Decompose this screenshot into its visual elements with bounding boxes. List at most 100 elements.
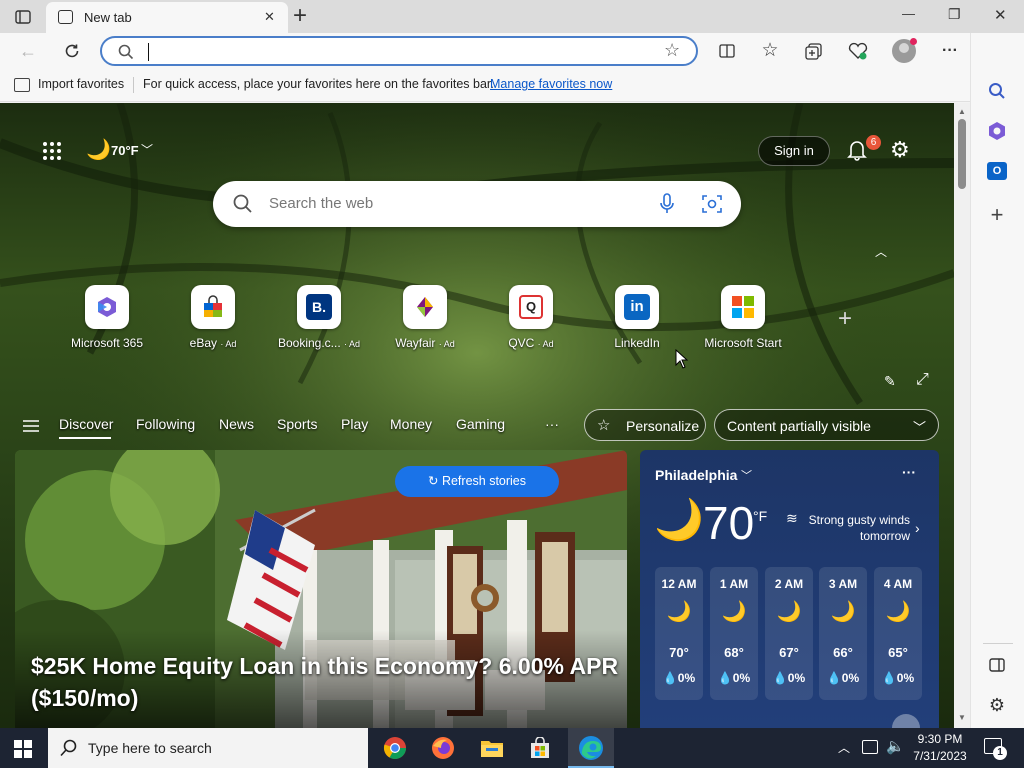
forecast-moon-icon: 🌙	[885, 601, 911, 623]
collapse-chevron-up-icon[interactable]: ︿	[875, 243, 887, 260]
hero-story-headline[interactable]: $25K Home Equity Loan in this Economy? 6…	[31, 650, 621, 714]
quick-link-ebay[interactable]	[191, 285, 235, 329]
personalize-sparkle-icon: ☆	[597, 417, 611, 434]
weather-more-chevron[interactable]	[892, 714, 920, 728]
visual-search-camera-icon[interactable]	[702, 194, 722, 214]
hourly-forecast-item[interactable]: 3 AM 🌙 66° 💧0%	[819, 567, 867, 700]
sidebar-add-icon[interactable]: +	[985, 202, 1009, 227]
sidebar-office-icon[interactable]	[985, 119, 1009, 143]
sidebar-settings-gear-icon[interactable]: ⚙	[985, 693, 1009, 717]
split-screen-icon[interactable]	[716, 40, 738, 62]
expand-fullscreen-icon[interactable]: ⤢	[916, 371, 929, 389]
restore-button[interactable]: ❐	[948, 6, 961, 23]
chrome-icon[interactable]	[379, 732, 411, 764]
voice-search-microphone-icon[interactable]	[659, 193, 679, 215]
search-icon	[117, 43, 135, 61]
new-tab-page: 🌙 70°F ﹀ Sign in 6 ⚙ Search the web ︿ Mi…	[0, 103, 954, 728]
collections-icon[interactable]	[802, 40, 824, 62]
weather-moon-icon[interactable]: 🌙	[86, 137, 111, 162]
feed-menu-hamburger-icon[interactable]	[23, 419, 39, 432]
temperature-unit[interactable]: °F	[753, 508, 767, 524]
sidebar-outlook-icon[interactable]: O	[985, 159, 1009, 183]
tab-play[interactable]: Play	[341, 416, 368, 432]
taskbar-search-box[interactable]: Type here to search	[48, 728, 368, 768]
quick-link-microsoft-start[interactable]	[721, 285, 765, 329]
weather-alert-text[interactable]: Strong gusty winds tomorrow	[798, 512, 910, 544]
quick-link-microsoft-365[interactable]	[85, 285, 129, 329]
tab-new-tab[interactable]: New tab ✕	[46, 2, 288, 33]
header-weather-temp[interactable]: 70°F	[111, 143, 139, 158]
refresh-stories-button[interactable]: ↻ Refresh stories	[395, 466, 559, 497]
hourly-forecast-item[interactable]: 2 AM 🌙 67° 💧0%	[765, 567, 813, 700]
manage-favorites-link[interactable]: Manage favorites now	[490, 77, 612, 91]
browser-essentials-icon[interactable]	[846, 39, 870, 63]
tab-sports[interactable]: Sports	[277, 416, 317, 432]
quick-link-qvc[interactable]: Q	[509, 285, 553, 329]
import-favorites-button[interactable]: Import favorites	[38, 77, 124, 91]
volume-icon[interactable]: 🔈	[886, 737, 905, 755]
tab-money[interactable]: Money	[390, 416, 432, 432]
scroll-down-arrow-icon[interactable]: ▼	[958, 713, 966, 722]
edit-background-icon[interactable]: ✎	[884, 373, 896, 390]
weather-alert-chevron-right-icon[interactable]: ›	[915, 520, 920, 536]
content-visibility-dropdown[interactable]: Content partially visible ﹀	[714, 409, 939, 441]
taskbar-search-input[interactable]: Type here to search	[88, 740, 212, 756]
refresh-icon[interactable]	[60, 39, 84, 63]
favorite-star-icon[interactable]: ☆	[664, 40, 680, 61]
mouse-cursor-icon	[675, 349, 689, 369]
tab-actions-icon[interactable]	[12, 7, 34, 27]
apps-launcher-icon[interactable]	[42, 141, 62, 161]
tab-following[interactable]: Following	[136, 416, 195, 432]
back-arrow-icon[interactable]: ←	[16, 40, 40, 62]
microsoft-store-icon[interactable]	[524, 732, 556, 764]
qvc-logo-icon: Q	[519, 295, 543, 319]
sidebar-panel-toggle-icon[interactable]	[985, 653, 1009, 677]
window-close-button[interactable]: ✕	[994, 6, 1007, 24]
forecast-moon-icon: 🌙	[721, 601, 747, 623]
taskbar-time[interactable]: 9:30 PM	[917, 732, 963, 746]
quick-link-wayfair[interactable]	[403, 285, 447, 329]
favorites-icon[interactable]: ☆	[758, 38, 782, 62]
sidebar-search-icon[interactable]	[985, 79, 1009, 103]
scroll-up-arrow-icon[interactable]: ▲	[958, 107, 966, 116]
feed-more-button[interactable]: ···	[545, 416, 559, 432]
taskbar-date[interactable]: 7/31/2023	[910, 749, 970, 763]
profile-avatar[interactable]	[892, 38, 917, 63]
web-search-input[interactable]: Search the web	[269, 195, 373, 212]
edge-sidebar: O + ⚙	[970, 33, 1024, 728]
sign-in-button[interactable]: Sign in	[758, 136, 830, 166]
hero-story-card[interactable]: ↻ Refresh stories $25K Home Equity Loan …	[15, 450, 627, 728]
hourly-forecast-item[interactable]: 4 AM 🌙 65° 💧0%	[874, 567, 922, 700]
quick-link-booking[interactable]: B.	[297, 285, 341, 329]
address-bar[interactable]: ☆	[100, 36, 698, 66]
add-quick-link-icon[interactable]: +	[838, 307, 852, 331]
hourly-forecast-item[interactable]: 1 AM 🌙 68° 💧0%	[710, 567, 758, 700]
settings-more-icon[interactable]: ···	[938, 39, 962, 63]
new-tab-button[interactable]: +	[293, 2, 307, 30]
weather-city[interactable]: Philadelphia	[655, 467, 737, 483]
minimize-button[interactable]: —	[902, 6, 915, 21]
city-chevron-down-icon[interactable]: ﹀	[741, 467, 752, 483]
tab-gaming[interactable]: Gaming	[456, 416, 505, 432]
forecast-temp: 70°	[669, 645, 689, 660]
tab-close-button[interactable]: ✕	[264, 9, 275, 25]
tab-news[interactable]: News	[219, 416, 254, 432]
page-scrollbar[interactable]: ▲ ▼	[954, 103, 970, 728]
quick-link-linkedin[interactable]: in	[615, 285, 659, 329]
network-icon[interactable]	[862, 740, 878, 754]
chevron-down-icon: ﹀	[913, 420, 927, 435]
web-search-box[interactable]: Search the web	[213, 181, 741, 227]
start-windows-icon[interactable]	[14, 740, 32, 758]
weather-chevron-down-icon[interactable]: ﹀	[141, 141, 153, 158]
scrollbar-thumb[interactable]	[958, 119, 966, 189]
tab-discover[interactable]: Discover	[59, 416, 113, 432]
weather-more-button[interactable]: ···	[902, 464, 916, 480]
firefox-icon[interactable]	[427, 732, 459, 764]
file-explorer-icon[interactable]	[476, 732, 508, 764]
edge-taskbar-button-active[interactable]	[568, 728, 614, 768]
hourly-forecast-item[interactable]: 12 AM 🌙 70° 💧0%	[655, 567, 703, 700]
address-input[interactable]	[148, 43, 638, 61]
show-hidden-icons-chevron-up-icon[interactable]: ︿	[838, 739, 850, 756]
personalize-button[interactable]: ☆ Personalize	[584, 409, 706, 441]
page-settings-gear-icon[interactable]: ⚙	[890, 137, 910, 163]
